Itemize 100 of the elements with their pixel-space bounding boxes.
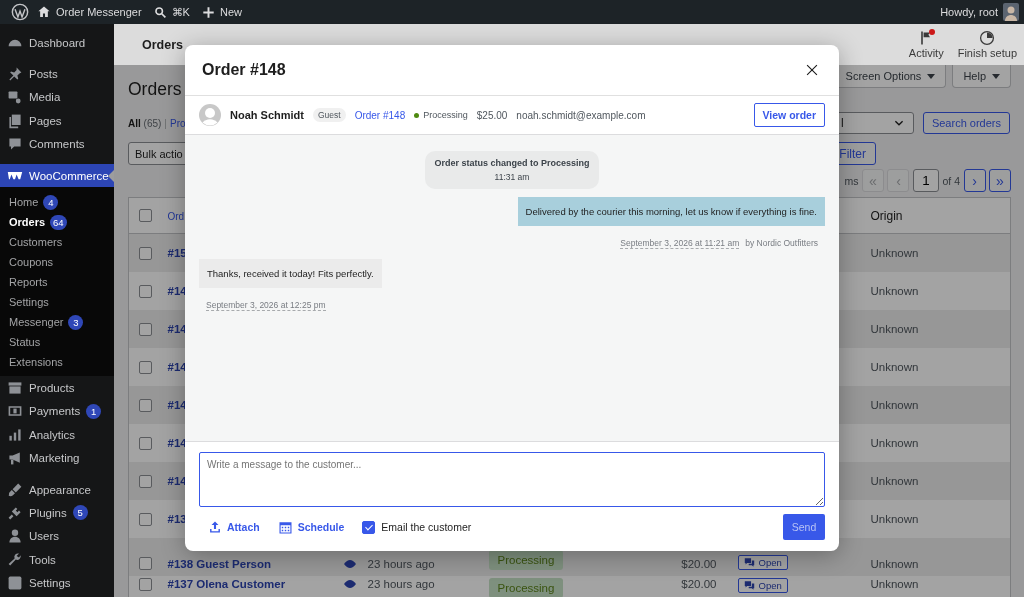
submenu-item[interactable]: Status <box>0 332 114 353</box>
pin-icon <box>7 66 23 83</box>
checkbox[interactable] <box>139 398 152 412</box>
message-time: September 3, 2026 at 11:21 am <box>620 238 740 249</box>
chat-bubbles-icon <box>743 557 755 568</box>
view-link[interactable]: Pro <box>169 117 186 129</box>
order-status: Processing <box>423 110 468 120</box>
order-link[interactable]: #137 Olena Customer <box>167 578 286 590</box>
page-title: Orders <box>142 37 184 52</box>
status-dot <box>414 112 420 118</box>
checkbox[interactable] <box>139 557 152 570</box>
pie-chart-icon <box>979 30 996 46</box>
site-link[interactable]: Order Messenger <box>37 5 142 19</box>
count-badge: 64 <box>50 214 67 230</box>
order-link[interactable]: #138 Guest Person <box>167 558 272 570</box>
calendar-icon <box>277 519 293 535</box>
menu-item[interactable]: Dashboard <box>0 31 114 55</box>
account-menu[interactable]: Howdy, root <box>940 3 1019 21</box>
submenu-item[interactable]: Home 4 <box>0 192 114 213</box>
checkbox[interactable] <box>139 474 152 488</box>
checkbox[interactable] <box>362 520 376 534</box>
page-total: of 4 <box>942 174 960 187</box>
menu-item[interactable]: WooCommerce <box>0 163 114 188</box>
checkbox[interactable] <box>139 209 152 222</box>
checkbox[interactable] <box>139 360 152 374</box>
table-cell: Unknown <box>870 361 919 373</box>
order-link[interactable]: Order #148 <box>354 109 406 121</box>
menu-item[interactable]: Users <box>0 524 114 549</box>
checkbox[interactable] <box>139 322 152 336</box>
wrench-icon <box>7 551 23 568</box>
customer-email: noah.schmidt@example.com <box>516 109 646 121</box>
menu-item[interactable]: Analytics <box>0 423 114 447</box>
checkbox[interactable] <box>139 512 152 526</box>
schedule-button[interactable]: Schedule <box>277 519 345 535</box>
menu-item[interactable]: Products <box>0 376 114 400</box>
table-cell: Unknown <box>870 558 919 570</box>
submenu-item[interactable]: Coupons <box>0 252 114 273</box>
screen-meta-tab[interactable]: Help <box>952 65 1011 88</box>
plus-icon <box>201 5 215 19</box>
table-cell: Unknown <box>870 578 919 590</box>
table-cell: Unknown <box>870 285 919 297</box>
home-icon <box>37 5 51 19</box>
checkbox[interactable] <box>139 246 152 260</box>
submenu-item[interactable]: Messenger 3 <box>0 312 114 333</box>
open-button[interactable]: Open <box>737 555 788 570</box>
checkbox[interactable] <box>139 436 152 450</box>
eye-icon[interactable] <box>343 580 356 588</box>
pages-icon <box>7 112 23 129</box>
menu-item[interactable]: Media <box>0 85 114 110</box>
menu-item[interactable]: Plugins 5 <box>0 501 114 525</box>
archive-box-icon <box>7 380 23 397</box>
new-menu[interactable]: New <box>201 5 242 19</box>
view-order-button[interactable]: View order <box>753 103 825 127</box>
table-cell: $20.00 <box>681 558 717 570</box>
view-link[interactable]: All (65) <box>128 117 162 129</box>
table-cell: 23 hours ago <box>367 558 435 570</box>
menu-item[interactable]: Pages <box>0 109 114 133</box>
toolbar-button[interactable]: Activity <box>901 30 951 59</box>
menu-item[interactable]: Appearance <box>0 477 114 502</box>
avatar-icon <box>1003 3 1019 21</box>
search-button[interactable]: Search orders <box>922 112 1010 134</box>
menu-item[interactable]: Payments 1 <box>0 399 114 424</box>
checkbox-label: Email the customer <box>381 521 472 533</box>
status-label: Processing <box>488 578 564 597</box>
received-message: Thanks, received it today! Fits perfectly. <box>199 259 382 288</box>
toolbar-button[interactable]: Finish setup <box>950 30 1024 59</box>
submenu-item[interactable]: Reports <box>0 272 114 293</box>
submenu-item[interactable]: Orders 64 <box>0 212 114 233</box>
pagination-button[interactable]: › <box>963 169 986 192</box>
dialog-title: Order #148 <box>202 61 286 79</box>
table-cell: Unknown <box>870 399 919 411</box>
eye-icon[interactable] <box>343 560 356 568</box>
message-time: September 3, 2026 at 12:25 pm <box>206 300 326 311</box>
attach-button[interactable]: Attach <box>199 520 260 534</box>
count-badge: 3 <box>68 314 84 330</box>
menu-item[interactable]: Posts <box>0 62 114 86</box>
submenu-item[interactable]: Customers <box>0 232 114 253</box>
menu-item[interactable]: Settings <box>0 571 114 595</box>
open-button[interactable]: Open <box>737 578 788 593</box>
message-field[interactable]: Write a message to the customer... <box>199 452 825 507</box>
search-command[interactable]: ⌘K <box>153 5 190 19</box>
media-icon <box>7 89 23 106</box>
checkbox[interactable] <box>139 578 152 591</box>
avatar-icon <box>199 104 221 126</box>
column-header[interactable]: Ord <box>167 210 185 222</box>
plug-icon <box>7 505 23 521</box>
page-heading: Orders <box>128 78 182 101</box>
table-cell: Unknown <box>870 247 919 259</box>
table-cell: $20.00 <box>681 578 717 590</box>
search-icon <box>153 5 167 19</box>
submenu-item[interactable]: Settings <box>0 292 114 313</box>
menu-item[interactable]: Tools <box>0 548 114 572</box>
page-number-field[interactable]: 1 <box>913 169 939 192</box>
submenu-item[interactable]: Extensions <box>0 352 114 373</box>
count-badge: 4 <box>43 194 59 210</box>
menu-item[interactable]: Marketing <box>0 446 114 470</box>
checkbox[interactable] <box>139 284 152 298</box>
wordpress-logo-icon[interactable] <box>11 3 29 21</box>
pagination-button[interactable]: » <box>989 169 1011 192</box>
menu-item[interactable]: Comments <box>0 132 114 156</box>
